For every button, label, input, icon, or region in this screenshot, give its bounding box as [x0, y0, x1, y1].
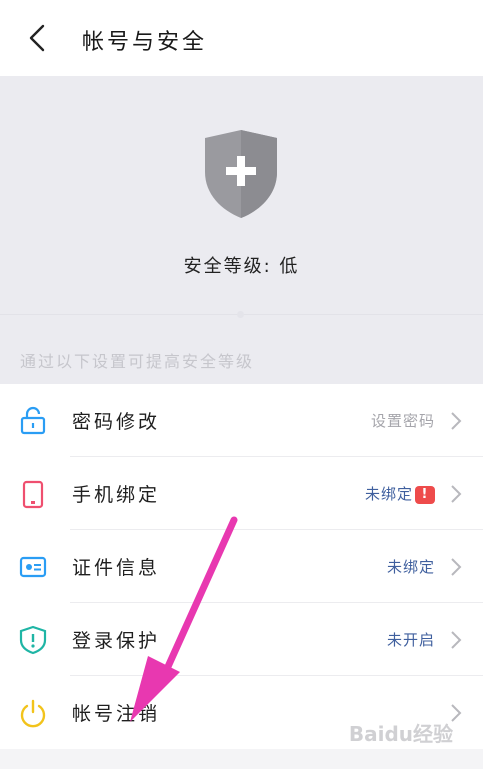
- chevron-left-icon: [29, 24, 45, 52]
- warning-badge: !: [415, 485, 435, 504]
- chevron-right-icon: [451, 558, 462, 576]
- security-level-text: 安全等级: 低: [183, 256, 300, 277]
- back-button[interactable]: [22, 22, 52, 54]
- power-icon: [20, 699, 46, 728]
- item-label: 密码修改: [72, 411, 161, 433]
- chevron-right-icon: [451, 412, 462, 430]
- phone-icon: [22, 480, 44, 509]
- list-item-id-info[interactable]: 证件信息 未绑定: [0, 530, 483, 603]
- item-value: 未绑定!: [365, 483, 435, 504]
- list-item-login-protection[interactable]: 登录保护 未开启: [0, 603, 483, 676]
- page-title: 帐号与安全: [82, 30, 208, 55]
- slider-dot: [237, 311, 244, 318]
- list-item-password[interactable]: 密码修改 设置密码: [0, 384, 483, 457]
- item-label: 手机绑定: [72, 484, 161, 506]
- item-value: 未开启: [386, 631, 435, 649]
- id-card-icon: [19, 556, 47, 578]
- shield-plus-icon: [205, 130, 277, 218]
- item-value-text: 未绑定: [364, 485, 413, 503]
- item-label: 登录保护: [72, 630, 161, 652]
- list-item-phone[interactable]: 手机绑定 未绑定!: [0, 457, 483, 530]
- lock-icon: [20, 406, 46, 435]
- top-bar: 帐号与安全: [0, 0, 483, 76]
- shield-alert-icon: [19, 625, 47, 655]
- item-value: 未绑定: [386, 558, 435, 576]
- watermark-logo: Baidu经验: [348, 722, 453, 746]
- settings-list: 密码修改 设置密码 手机绑定 未绑定! 证件信息 未绑定 登录保护 未开启 帐号…: [0, 384, 483, 749]
- security-tip: 通过以下设置可提高安全等级: [20, 352, 255, 371]
- item-label: 证件信息: [72, 557, 161, 579]
- item-value: 设置密码: [370, 412, 435, 430]
- chevron-right-icon: [451, 631, 462, 649]
- chevron-right-icon: [451, 485, 462, 503]
- security-level-panel: 安全等级: 低 通过以下设置可提高安全等级: [0, 76, 483, 384]
- item-label: 帐号注销: [72, 703, 161, 725]
